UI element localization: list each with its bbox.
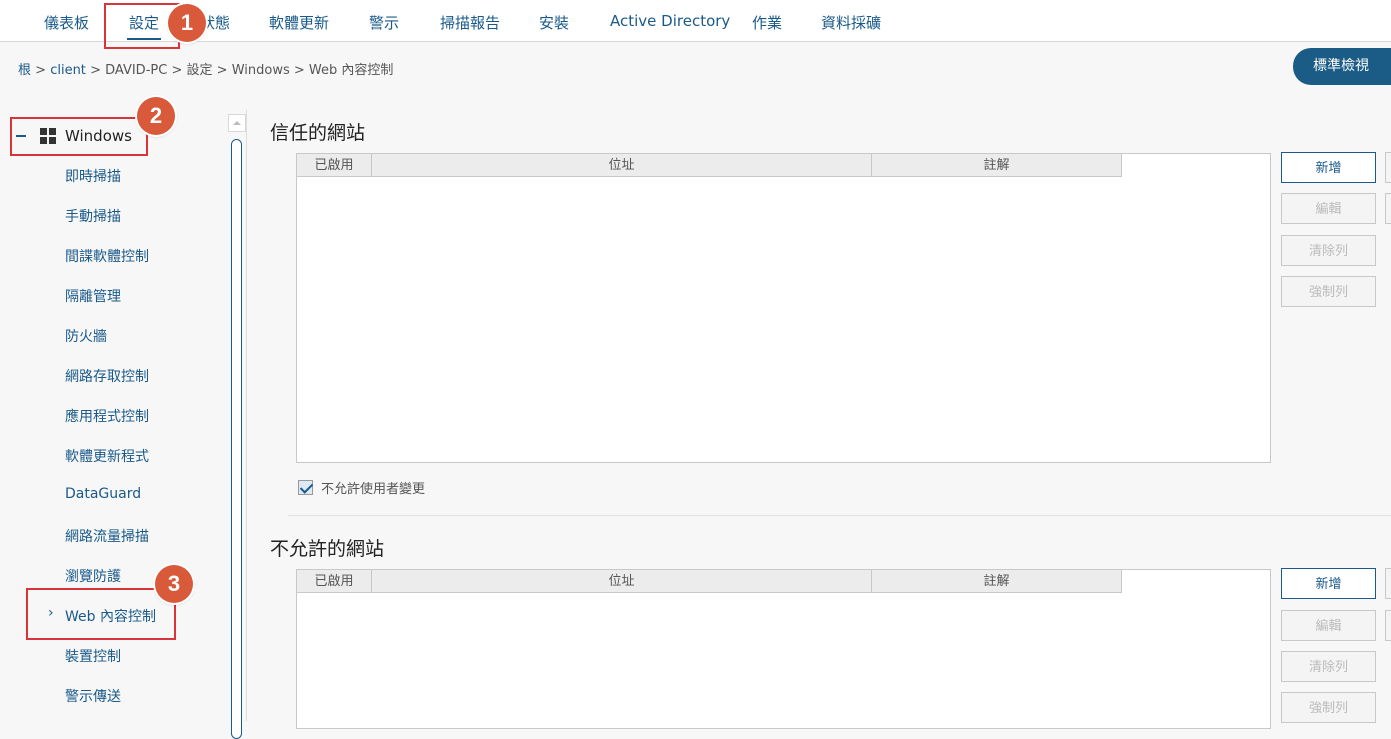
sidebar-divider [246,110,247,721]
blocked-force-row-button[interactable]: 強制列 [1281,692,1376,723]
blocked-edit-button[interactable]: 編輯 [1281,610,1376,641]
column-header-comment[interactable]: 註解 [872,154,1122,177]
callout-badge-1: 1 [168,4,206,42]
tab-install[interactable]: 安裝 [539,12,569,33]
highlight-box-windows [10,117,148,156]
column-header-address[interactable]: 位址 [372,570,872,593]
blocked-add-button[interactable]: 新增 [1281,568,1376,599]
breadcrumb-separator: > [35,63,47,78]
sidebar-item-realtime-scan[interactable]: 即時掃描 [65,166,121,186]
tab-jobs[interactable]: 作業 [752,12,782,33]
callout-badge-2: 2 [137,97,175,135]
tab-dashboard[interactable]: 儀表板 [44,12,89,33]
breadcrumb-windows: Windows [231,63,290,78]
scroll-up-arrow-icon[interactable] [228,114,246,132]
highlight-box-web-content-control [26,588,176,640]
sidebar-item-network-access-control[interactable]: 網路存取控制 [65,366,149,386]
tab-active-directory[interactable]: Active Directory [610,12,730,30]
breadcrumb-separator: > [216,63,228,78]
trusted-add-button[interactable]: 新增 [1281,152,1376,183]
blocked-sites-title: 不允許的網站 [270,538,385,560]
disallow-user-change-label: 不允許使用者變更 [321,482,426,497]
sidebar-item-browsing-protection[interactable]: 瀏覽防護 [65,566,121,586]
sidebar-scrollbar-thumb[interactable] [231,139,242,739]
callout-badge-3: 3 [155,565,193,603]
sidebar-item-device-control[interactable]: 裝置控制 [65,646,121,666]
trusted-edit-button[interactable]: 編輯 [1281,193,1376,224]
trusted-clear-row-button[interactable]: 清除列 [1281,235,1376,266]
blocked-sites-grid[interactable]: 已啟用 位址 註解 [296,569,1271,729]
sidebar-item-firewall[interactable]: 防火牆 [65,326,107,346]
sidebar-item-spyware-control[interactable]: 間諜軟體控制 [65,246,149,266]
blocked-extra-button-edge[interactable] [1385,610,1391,641]
breadcrumb-current-page: Web 內容控制 [308,63,394,78]
sidebar-item-alert-forwarding[interactable]: 警示傳送 [65,686,121,706]
blocked-extra-button-edge[interactable] [1385,568,1391,599]
breadcrumb-settings: 設定 [186,63,213,78]
tab-software-update[interactable]: 軟體更新 [269,12,329,33]
sidebar-item-dataguard[interactable]: DataGuard [65,486,141,502]
top-nav: 儀表板 設定 狀態 軟體更新 警示 掃描報告 安裝 Active Directo… [0,0,1391,42]
sidebar-item-application-control[interactable]: 應用程式控制 [65,406,149,426]
tab-alerts[interactable]: 警示 [369,12,399,33]
section-divider [288,515,1391,516]
column-header-enabled[interactable]: 已啟用 [297,154,372,177]
sidebar-item-manual-scan[interactable]: 手動掃描 [65,206,121,226]
trusted-sites-title: 信任的網站 [270,122,366,144]
breadcrumb-client[interactable]: client [50,63,86,78]
sidebar-item-quarantine[interactable]: 隔離管理 [65,286,121,306]
breadcrumb-root[interactable]: 根 [18,63,31,78]
column-header-address[interactable]: 位址 [372,154,872,177]
breadcrumb: 根 > client > DAVID-PC > 設定 > Windows > W… [18,59,393,78]
breadcrumb-separator: > [171,63,183,78]
blocked-clear-row-button[interactable]: 清除列 [1281,651,1376,682]
tab-scan-reports[interactable]: 掃描報告 [440,12,500,33]
disallow-user-change-row[interactable]: 不允許使用者變更 [298,478,425,497]
sidebar-item-software-updater[interactable]: 軟體更新程式 [65,446,149,466]
standard-view-button[interactable]: 標準檢視 [1293,48,1391,85]
trusted-extra-button-edge[interactable] [1385,152,1391,183]
column-header-enabled[interactable]: 已啟用 [297,570,372,593]
breadcrumb-separator: > [293,63,305,78]
tab-data-mining[interactable]: 資料採礦 [821,12,881,33]
sidebar-item-network-traffic-scan[interactable]: 網路流量掃描 [65,526,149,546]
trusted-force-row-button[interactable]: 強制列 [1281,276,1376,307]
trusted-sites-grid[interactable]: 已啟用 位址 註解 [296,153,1271,463]
trusted-extra-button-edge[interactable] [1385,193,1391,224]
breadcrumb-separator: > [90,63,101,78]
breadcrumb-computer: DAVID-PC [105,63,168,78]
column-header-comment[interactable]: 註解 [872,570,1122,593]
disallow-user-change-checkbox[interactable] [298,480,313,495]
